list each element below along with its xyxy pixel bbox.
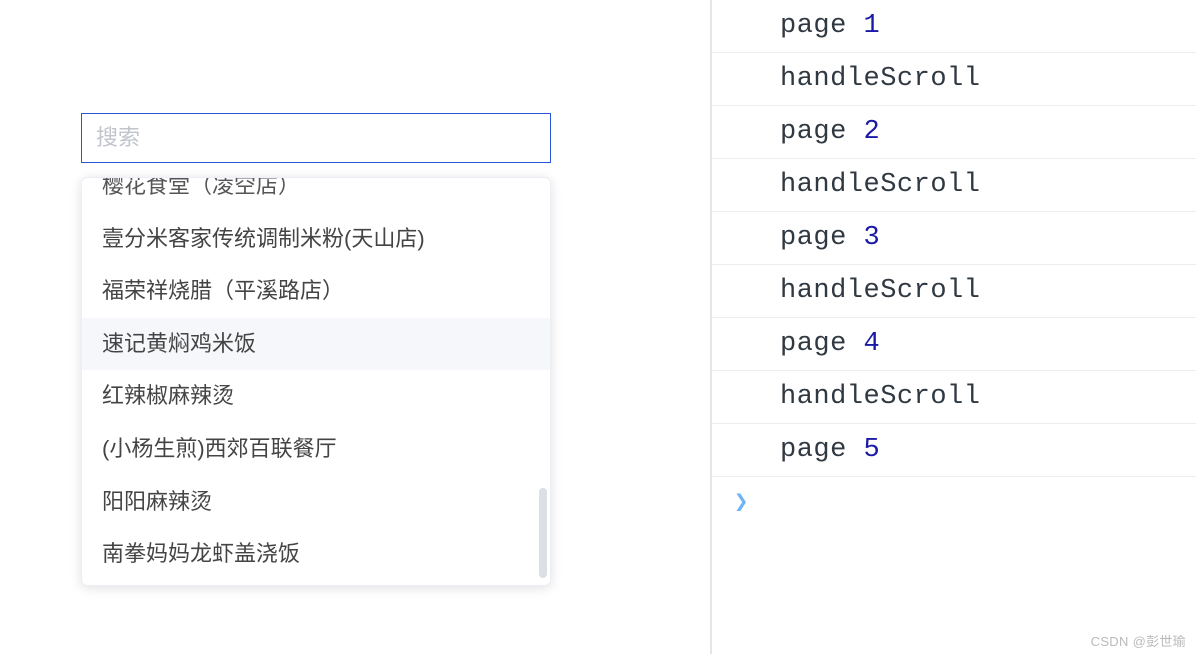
- scrollbar-thumb[interactable]: [539, 488, 547, 578]
- search-input[interactable]: [81, 113, 551, 163]
- console-number: 2: [864, 117, 881, 147]
- console-prompt[interactable]: ❯: [712, 477, 1196, 527]
- dropdown-list: 樱花食堂（凌空店）壹分米客家传统调制米粉(天山店)福荣祥烧腊（平溪路店）速记黄焖…: [82, 178, 550, 585]
- list-item[interactable]: 红辣椒麻辣烫: [82, 370, 550, 423]
- console-number: 5: [864, 435, 881, 465]
- console-line: handleScroll: [712, 265, 1196, 318]
- console-line: page 4: [712, 318, 1196, 371]
- console-number: 4: [864, 329, 881, 359]
- console-line: page 2: [712, 106, 1196, 159]
- console-panel: page 1handleScrollpage 2handleScrollpage…: [710, 0, 1196, 654]
- console-line: handleScroll: [712, 159, 1196, 212]
- list-item[interactable]: 速记黄焖鸡米饭: [82, 318, 550, 371]
- preview-panel: 樱花食堂（凌空店）壹分米客家传统调制米粉(天山店)福荣祥烧腊（平溪路店）速记黄焖…: [0, 0, 710, 654]
- list-item[interactable]: 福荣祥烧腊（平溪路店）: [82, 265, 550, 318]
- list-item[interactable]: 壹分米客家传统调制米粉(天山店): [82, 213, 550, 266]
- list-item[interactable]: 樱花食堂（凌空店）: [82, 177, 550, 213]
- console-line: page 3: [712, 212, 1196, 265]
- console-line: page 5: [712, 424, 1196, 477]
- list-item[interactable]: 南拳妈妈龙虾盖浇饭: [82, 528, 550, 581]
- console-line: handleScroll: [712, 371, 1196, 424]
- watermark: CSDN @彭世瑜: [1091, 631, 1186, 650]
- list-item[interactable]: (小杨生煎)西郊百联餐厅: [82, 423, 550, 476]
- console-line: page 1: [712, 0, 1196, 53]
- console-line: handleScroll: [712, 53, 1196, 106]
- console-number: 1: [864, 11, 881, 41]
- autocomplete-dropdown[interactable]: 樱花食堂（凌空店）壹分米客家传统调制米粉(天山店)福荣祥烧腊（平溪路店）速记黄焖…: [81, 177, 551, 586]
- console-number: 3: [864, 223, 881, 253]
- list-item[interactable]: 阳阳麻辣烫: [82, 476, 550, 529]
